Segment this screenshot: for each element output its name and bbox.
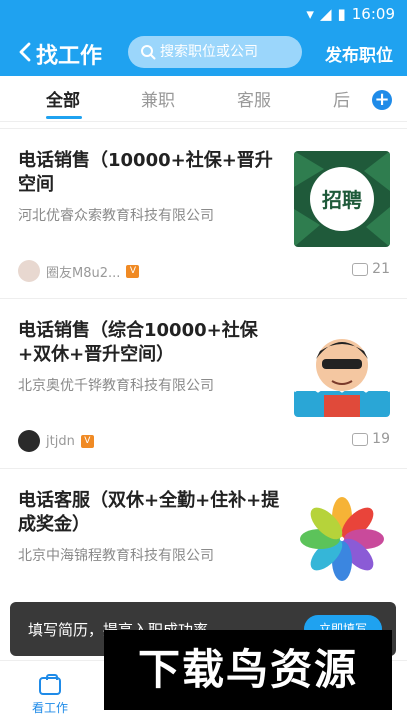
verified-icon: V — [80, 434, 94, 448]
nav-view-jobs[interactable]: 看工作 — [20, 674, 80, 716]
job-thumbnail — [294, 321, 390, 417]
job-company: 北京奥优千铧教育科技有限公司 — [18, 378, 214, 394]
status-icons: ▾ ◢ ▮ 16:09 — [306, 5, 395, 23]
battery-icon: ▮ — [337, 5, 346, 23]
comment-number: 21 — [372, 261, 390, 277]
active-tab-indicator — [46, 116, 82, 119]
tab-logistics[interactable]: 后 — [333, 86, 350, 111]
tab-customer-service[interactable]: 客服 — [237, 86, 271, 111]
category-tabs: 全部 兼职 客服 后 + — [0, 76, 407, 122]
comment-count[interactable]: 21 — [352, 261, 390, 277]
job-meta: 圈友M8u2... V 21 — [18, 259, 390, 283]
signal-icon: ◢ — [319, 5, 332, 23]
wifi-icon: ▾ — [306, 5, 314, 23]
job-thumbnail — [294, 491, 390, 587]
page-title: 找工作 — [36, 44, 103, 69]
tab-all[interactable]: 全部 — [46, 86, 80, 111]
nav-label: 看工作 — [31, 701, 68, 715]
comment-count[interactable]: 19 — [352, 431, 390, 447]
search-bar[interactable] — [128, 36, 302, 68]
search-input[interactable] — [160, 44, 300, 60]
verified-icon: V — [126, 264, 140, 278]
watermark-logo: 下载鸟资源 — [104, 630, 392, 710]
job-meta: jtjdn V 19 — [18, 429, 390, 453]
app-bar: 找工作 发布职位 — [0, 30, 407, 76]
comment-icon — [352, 262, 369, 276]
avatar — [18, 260, 40, 282]
briefcase-icon — [39, 674, 61, 695]
author-name: jtjdn — [46, 433, 75, 449]
thumb-label: 招聘 — [322, 188, 362, 212]
comment-number: 19 — [372, 431, 390, 447]
author-name: 圈友M8u2... — [46, 265, 121, 281]
job-company: 北京中海锦程教育科技有限公司 — [18, 548, 214, 564]
status-time: 16:09 — [351, 5, 395, 23]
job-title: 电话客服（双休+全勤+住补+提成奖金） — [18, 490, 280, 535]
publish-job-button[interactable]: 发布职位 — [325, 41, 393, 66]
job-thumbnail: 招聘 — [294, 151, 390, 247]
job-card[interactable]: 电话销售（10000+社保+晋升空间 河北优睿众索教育科技有限公司 招聘 圈友M… — [0, 128, 407, 298]
job-title: 电话销售（综合10000+社保+双休+晋升空间） — [18, 320, 258, 365]
job-title: 电话销售（10000+社保+晋升空间 — [18, 150, 273, 195]
tab-part-time[interactable]: 兼职 — [141, 86, 175, 111]
back-arrow-icon[interactable] — [14, 40, 38, 64]
status-bar: ▾ ◢ ▮ 16:09 — [0, 0, 407, 30]
search-icon — [141, 45, 156, 60]
job-card[interactable]: 电话销售（综合10000+社保+双休+晋升空间） 北京奥优千铧教育科技有限公司 … — [0, 298, 407, 468]
comment-icon — [352, 432, 369, 446]
avatar — [18, 430, 40, 452]
add-tab-icon[interactable]: + — [372, 90, 392, 110]
job-company: 河北优睿众索教育科技有限公司 — [18, 208, 214, 224]
